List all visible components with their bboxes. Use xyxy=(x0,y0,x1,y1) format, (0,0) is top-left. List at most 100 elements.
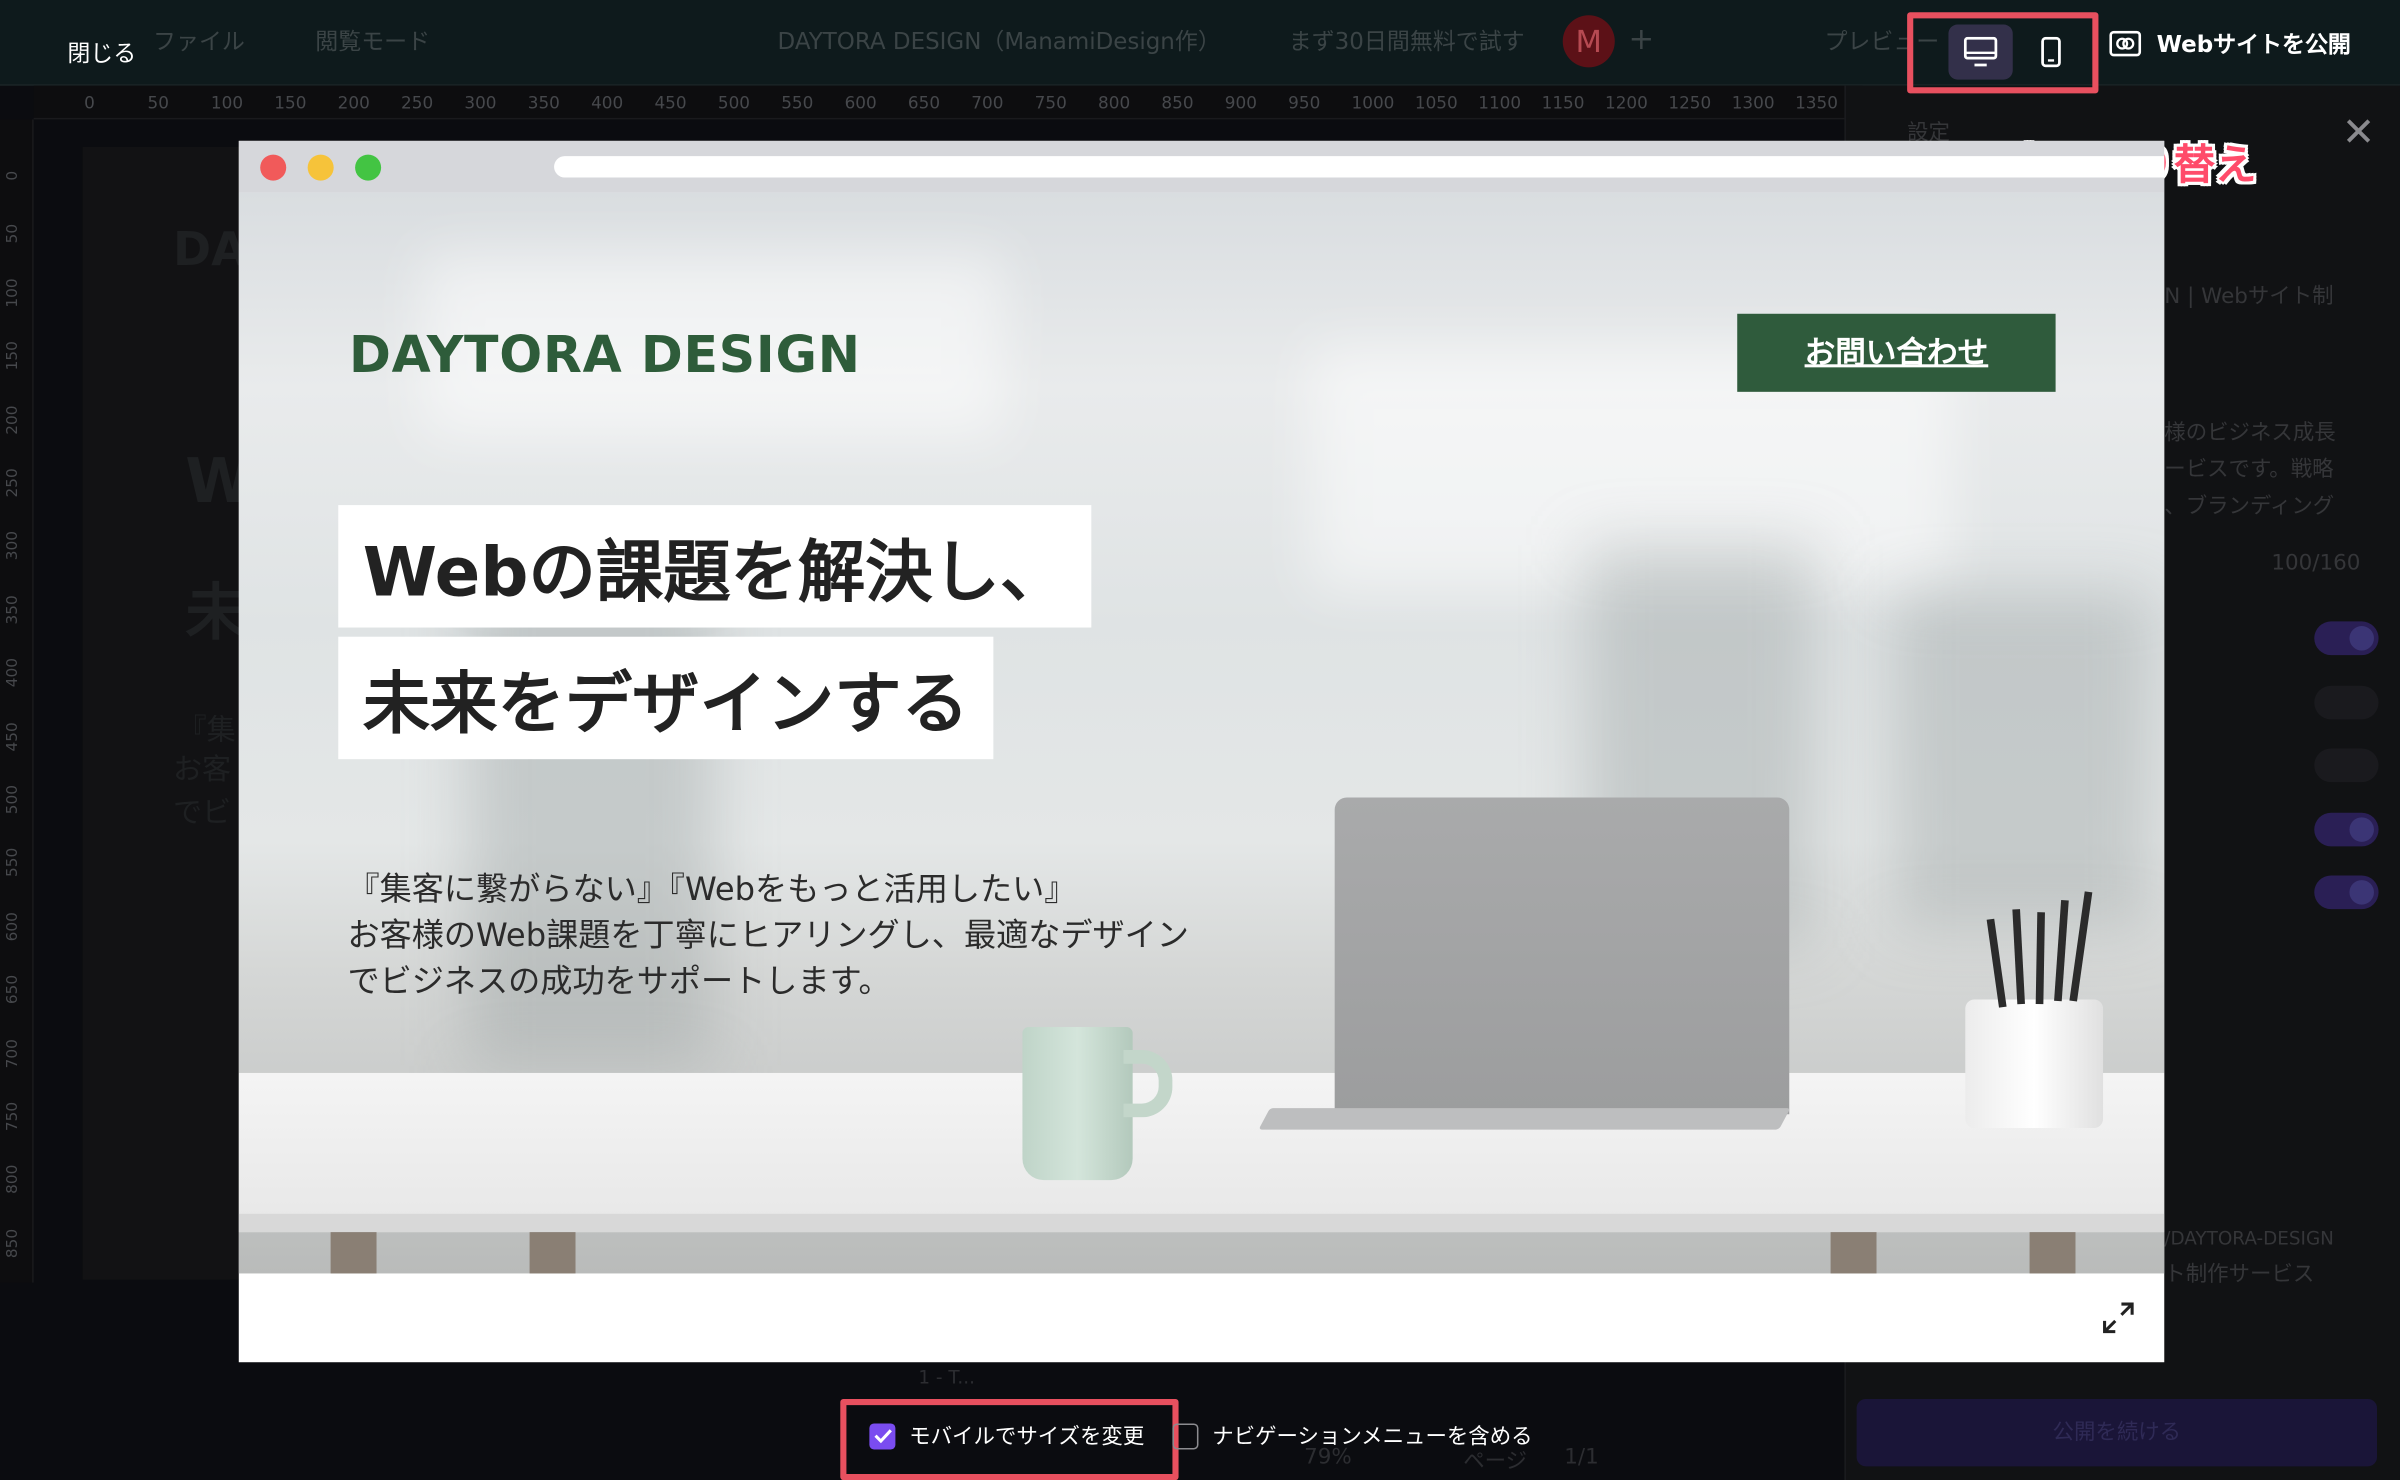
laptop-base xyxy=(1258,1108,1791,1130)
ruler-tick: 0 xyxy=(84,93,95,114)
include-nav-checkbox[interactable] xyxy=(1172,1422,1199,1449)
desk-leg xyxy=(2029,1232,2076,1274)
ruler-tick: 900 xyxy=(1224,93,1257,114)
ruler-tick: 250 xyxy=(4,468,22,498)
close-icon[interactable]: ✕ xyxy=(2342,110,2375,156)
hero-description: 『集客に繋がらない』『Webをもっと活用したい』 お客様のWeb課題を丁寧にヒア… xyxy=(347,866,1189,1004)
ruler-tick: 300 xyxy=(464,93,497,114)
device-view-toggle xyxy=(1948,24,2086,80)
seo-desc-line: 、ブランディング xyxy=(2164,494,2335,519)
window-minimize-dot xyxy=(307,154,334,181)
thumb-caption-2: ト制作サービス xyxy=(2164,1262,2315,1288)
bg-body-peek-1: 『集 xyxy=(177,713,236,747)
desktop-view-button[interactable] xyxy=(1948,24,2013,80)
file-menu: ファイル xyxy=(153,27,245,56)
laptop xyxy=(1334,797,1790,1115)
ruler-tick: 1150 xyxy=(1541,93,1585,114)
contact-button[interactable]: お問い合わせ xyxy=(1737,313,2056,392)
hero-description-line: お客様のWeb課題を丁寧にヒアリングし、最適なデザイン xyxy=(347,916,1189,954)
ruler-tick: 700 xyxy=(971,93,1004,114)
ruler-tick: 1300 xyxy=(1731,93,1775,114)
ruler-tick: 650 xyxy=(907,93,941,114)
desk xyxy=(238,1072,2165,1233)
mobile-view-button[interactable] xyxy=(2019,24,2083,79)
include-nav-option[interactable]: ナビゲーションメニューを含める xyxy=(1172,1420,1533,1451)
ruler-tick: 850 xyxy=(1161,93,1194,114)
hero-section: DAYTORA DESIGN お問い合わせ Webの課題を解決し、 未来をデザイ… xyxy=(238,192,2165,1274)
bg-body-peek-3: でビ xyxy=(172,795,232,830)
settings-toggle xyxy=(2314,621,2379,656)
seo-title-snippet: N | Webサイト制 xyxy=(2164,284,2334,310)
preview-label: プレビュー xyxy=(1824,27,1940,56)
ruler-tick: 800 xyxy=(1098,93,1131,114)
ruler-tick: 1050 xyxy=(1414,93,1458,114)
publish-website-button[interactable]: Webサイトを公開 xyxy=(2109,28,2351,60)
ruler-tick: 1000 xyxy=(1351,93,1395,114)
char-count: 100/160 xyxy=(2271,551,2361,576)
ruler-tick: 500 xyxy=(717,93,750,114)
trial-link: まず30日間無料で試す xyxy=(1288,27,1525,56)
website-icon xyxy=(2109,30,2142,57)
ruler-tick: 500 xyxy=(4,785,22,815)
bg-headline-peek-2: 未 xyxy=(185,578,247,649)
ruler-tick: 550 xyxy=(4,848,22,878)
close-preview-button[interactable]: 閉じる xyxy=(52,28,152,79)
site-preview-window: DAYTORA DESIGN お問い合わせ Webの課題を解決し、 未来をデザイ… xyxy=(238,140,2165,1363)
page-count: 1/1 xyxy=(1564,1444,1599,1470)
ruler-tick: 200 xyxy=(337,93,370,114)
ruler-tick: 0 xyxy=(4,170,22,181)
continue-publish-button: 公開を続ける xyxy=(1856,1398,2378,1467)
ruler-tick: 350 xyxy=(4,594,22,625)
ruler-tick: 100 xyxy=(4,278,22,308)
ruler-tick: 250 xyxy=(401,93,434,114)
settings-toggle xyxy=(2314,811,2379,846)
ruler-tick: 400 xyxy=(591,93,624,114)
horizontal-ruler: 0 50 100 150 200 250 300 350 400 450 500 550 600 650 7… xyxy=(33,85,1863,120)
hero-headline-1: Webの課題を解決し、 xyxy=(338,505,1092,628)
ruler-tick: 600 xyxy=(844,93,877,114)
ruler-tick: 650 xyxy=(4,975,22,1005)
desk-edge xyxy=(238,1213,2165,1233)
smartphone-icon xyxy=(2041,36,2061,68)
ruler-tick: 150 xyxy=(274,93,307,114)
desktop-icon xyxy=(1963,36,1998,67)
desk-leg xyxy=(330,1232,377,1274)
address-bar xyxy=(554,156,2165,178)
ruler-tick: 350 xyxy=(527,93,560,114)
pencil xyxy=(2035,912,2045,1005)
mobile-resize-option[interactable]: モバイルでサイズを変更 xyxy=(869,1420,1144,1451)
ruler-tick: 600 xyxy=(4,911,22,942)
view-mode-menu: 閲覧モード xyxy=(315,27,431,56)
ruler-tick: 1250 xyxy=(1668,93,1712,114)
editor-stage: ファイル 閲覧モード DAYTORA DESIGN（ManamiDesign作）… xyxy=(0,0,2400,1480)
pencil-cup xyxy=(1965,999,2104,1129)
settings-toggle xyxy=(2314,875,2379,910)
ruler-tick: 450 xyxy=(654,93,687,114)
vertical-ruler: 0 50 100 150 200 250 300 350 400 450 500 550 600 650 7… xyxy=(0,119,34,1283)
ruler-tick: 1200 xyxy=(1604,93,1648,114)
ruler-tick: 100 xyxy=(210,93,244,114)
bg-body-peek-2: お客 xyxy=(172,753,232,787)
pencil xyxy=(1986,918,2007,1008)
desk-leg xyxy=(529,1232,576,1274)
checkmark-icon xyxy=(873,1429,892,1444)
settings-toggle xyxy=(2314,748,2379,783)
hero-description-line: 『集客に繋がらない』『Webをもっと活用したい』 xyxy=(347,870,1077,908)
ruler-tick: 1350 xyxy=(1795,93,1838,114)
ruler-tick: 50 xyxy=(4,224,22,244)
browser-titlebar xyxy=(238,140,2165,193)
include-nav-label: ナビゲーションメニューを含める xyxy=(1212,1424,1533,1450)
ruler-tick: 550 xyxy=(781,93,814,114)
ruler-tick: 300 xyxy=(4,531,22,561)
ruler-tick: 850 xyxy=(4,1228,22,1258)
document-title: DAYTORA DESIGN（ManamiDesign作） xyxy=(777,27,1221,56)
ruler-tick: 1100 xyxy=(1478,93,1522,114)
seo-desc-line: 様のビジネス成長 xyxy=(2164,420,2336,446)
bg-window xyxy=(1891,590,2153,928)
expand-icon[interactable] xyxy=(2100,1299,2137,1336)
ruler-tick: 50 xyxy=(147,93,169,114)
mobile-resize-checkbox[interactable] xyxy=(869,1422,896,1449)
ruler-tick: 800 xyxy=(4,1165,22,1195)
ruler-tick: 400 xyxy=(4,658,22,688)
avatar: M xyxy=(1562,15,1615,68)
